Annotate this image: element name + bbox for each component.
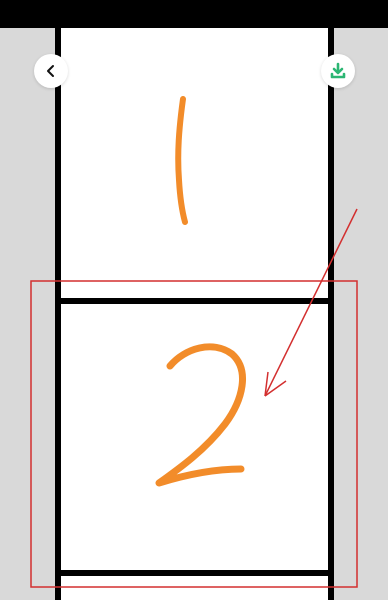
chevron-left-icon [47, 65, 54, 77]
back-button[interactable] [34, 54, 68, 88]
download-icon [330, 62, 346, 79]
frame-1-digit [175, 96, 188, 225]
frame-2 [155, 343, 246, 487]
photo-strip [55, 28, 334, 600]
download-button[interactable] [321, 54, 355, 88]
photo-strip-drawing [55, 28, 334, 600]
status-bar [0, 0, 388, 28]
frame-2-digit [155, 343, 246, 487]
frame-1 [175, 96, 188, 225]
